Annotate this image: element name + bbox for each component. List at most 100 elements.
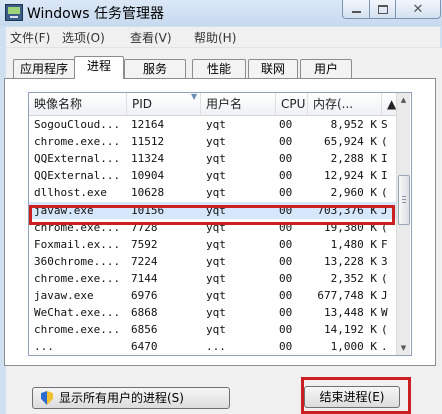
maximize-button[interactable]	[369, 0, 396, 19]
cell-mem: 2,288 K	[330, 152, 377, 166]
cell-tail: (	[381, 220, 388, 234]
cell-cpu: 00	[279, 254, 293, 268]
cell-name: chrome.exe...	[34, 323, 121, 337]
process-list[interactable]: 映像名称 PID ▼ 用户名 CPU 内存(... ▲ SogouCloud..…	[28, 92, 412, 356]
cell-cpu: 00	[279, 203, 293, 217]
cell-user: yqt	[206, 306, 226, 320]
menu-file[interactable]: 文件(F)	[10, 29, 50, 46]
cell-pid: 6470	[131, 340, 158, 354]
cell-cpu: 00	[279, 323, 293, 337]
grip-line	[402, 199, 406, 200]
cell-name: ...	[34, 340, 54, 354]
cell-cpu: 00	[279, 271, 293, 285]
cell-tail: (	[381, 271, 388, 285]
cell-tail: F	[381, 237, 388, 251]
table-row[interactable]: chrome.exe... 6856 yqt 00 14,192 K (	[29, 321, 397, 338]
title-bar: Windows 任务管理器 ✕	[0, 0, 442, 26]
cell-cpu: 00	[279, 237, 293, 251]
table-row[interactable]: Foxmail.ex... 7592 yqt 00 1,480 K F	[29, 236, 397, 253]
uac-shield-icon	[41, 391, 53, 405]
cell-mem: 12,924 K	[324, 169, 377, 183]
scroll-down-icon[interactable]: ▼	[397, 341, 410, 355]
cell-tail: W	[381, 306, 388, 320]
cell-user: yqt	[206, 220, 226, 234]
cell-mem: 1,000 K	[330, 340, 377, 354]
table-row[interactable]: chrome.exe... 7144 yqt 00 2,352 K (	[29, 270, 397, 287]
cell-user: yqt	[206, 323, 226, 337]
table-row[interactable]: SogouCloud... 12164 yqt 00 8,952 K S	[29, 116, 397, 133]
cell-cpu: 00	[279, 152, 293, 166]
cell-tail: .	[381, 340, 388, 354]
cell-tail: I	[381, 152, 388, 166]
cell-pid: 12164	[131, 118, 165, 131]
table-row[interactable]: javaw.exe 6976 yqt 00 677,748 K J	[29, 287, 397, 304]
tab-networking[interactable]: 联网	[248, 59, 298, 79]
cell-tail: S	[381, 118, 388, 131]
table-row[interactable]: javaw.exe 10156 yqt 00 703,376 K J	[29, 201, 397, 219]
column-user[interactable]: 用户名	[201, 93, 276, 115]
show-all-users-button[interactable]: 显示所有用户的进程(S)	[32, 387, 230, 409]
cell-mem: 677,748 K	[317, 289, 377, 302]
tab-applications[interactable]: 应用程序	[13, 59, 75, 79]
cell-name: dllhost.exe	[34, 186, 107, 200]
cell-tail: (	[381, 135, 388, 149]
tab-processes[interactable]: 进程	[74, 56, 124, 79]
cell-mem: 14,192 K	[324, 323, 377, 337]
show-all-users-label: 显示所有用户的进程(S)	[59, 391, 184, 405]
table-row[interactable]: dllhost.exe 10628 yqt 00 2,960 K (	[29, 184, 397, 201]
column-pid[interactable]: PID	[127, 93, 201, 115]
scroll-up-icon[interactable]: ▲	[397, 93, 410, 107]
cell-pid: 7592	[131, 237, 158, 251]
tab-users[interactable]: 用户	[300, 59, 352, 79]
cell-tail: I	[381, 169, 388, 183]
column-description[interactable]: ▲	[382, 93, 397, 115]
cell-mem: 19,380 K	[324, 220, 377, 234]
cell-pid: 11512	[131, 135, 165, 149]
menu-help[interactable]: 帮助(H)	[194, 29, 236, 46]
table-row[interactable]: QQExternal... 10904 yqt 00 12,924 K I	[29, 167, 397, 184]
list-header: 映像名称 PID ▼ 用户名 CPU 内存(... ▲	[29, 93, 397, 116]
minimize-button[interactable]	[342, 0, 370, 19]
process-rows: SogouCloud... 12164 yqt 00 8,952 K Schrome.ex…	[29, 116, 397, 355]
column-memory[interactable]: 内存(...	[308, 93, 382, 115]
table-row[interactable]: QQExternal... 11324 yqt 00 2,288 K I	[29, 150, 397, 167]
column-cpu[interactable]: CPU	[276, 93, 308, 115]
table-row[interactable]: ... 6470... 00 1,000 K.	[29, 338, 397, 355]
tab-services[interactable]: 服务	[124, 59, 186, 79]
grip-line	[402, 196, 406, 197]
menu-options[interactable]: 选项(O)	[62, 29, 105, 46]
cell-user: yqt	[206, 152, 226, 166]
cell-mem: 13,228 K	[324, 254, 377, 268]
table-row[interactable]: 360chrome.... 7224 yqt 00 13,228 K 3	[29, 253, 397, 270]
cell-name: chrome.exe...	[34, 220, 121, 234]
cell-pid: 6856	[131, 323, 158, 337]
grip-line	[402, 202, 406, 203]
cell-user: yqt	[206, 169, 226, 183]
cell-user: yqt	[206, 254, 226, 268]
table-row[interactable]: WeChat.exe... 6868 yqt 00 13,448 K W	[29, 304, 397, 321]
vertical-scrollbar[interactable]: ▲ ▼	[396, 93, 410, 355]
cell-cpu: 00	[279, 306, 293, 320]
cell-tail: 3	[381, 254, 388, 268]
cell-pid: 7144	[131, 271, 158, 285]
cell-pid: 11324	[131, 152, 165, 166]
table-row[interactable]: chrome.exe... 11512 yqt 00 65,924 K (	[29, 133, 397, 150]
menu-bar: 文件(F) 选项(O) 查看(V) 帮助(H)	[6, 27, 440, 48]
cell-name: chrome.exe...	[34, 271, 121, 285]
close-icon: ✕	[412, 1, 424, 17]
cell-user: yqt	[206, 237, 226, 251]
cell-pid: 6868	[131, 306, 158, 320]
cell-pid: 6976	[131, 289, 158, 302]
cell-cpu: 00	[279, 186, 293, 200]
close-button[interactable]: ✕	[395, 0, 441, 19]
table-row[interactable]: chrome.exe... 7728 yqt 00 19,380 K (	[29, 219, 397, 236]
maximize-icon	[377, 4, 388, 14]
tab-performance[interactable]: 性能	[192, 59, 246, 79]
menu-view[interactable]: 查看(V)	[130, 29, 172, 46]
column-image-name[interactable]: 映像名称	[29, 93, 127, 115]
cell-mem: 2,352 K	[330, 271, 377, 285]
cell-mem: 1,480 K	[330, 237, 377, 251]
cell-cpu: 00	[279, 340, 293, 354]
scroll-thumb[interactable]	[398, 175, 410, 225]
task-manager-icon	[5, 4, 23, 21]
